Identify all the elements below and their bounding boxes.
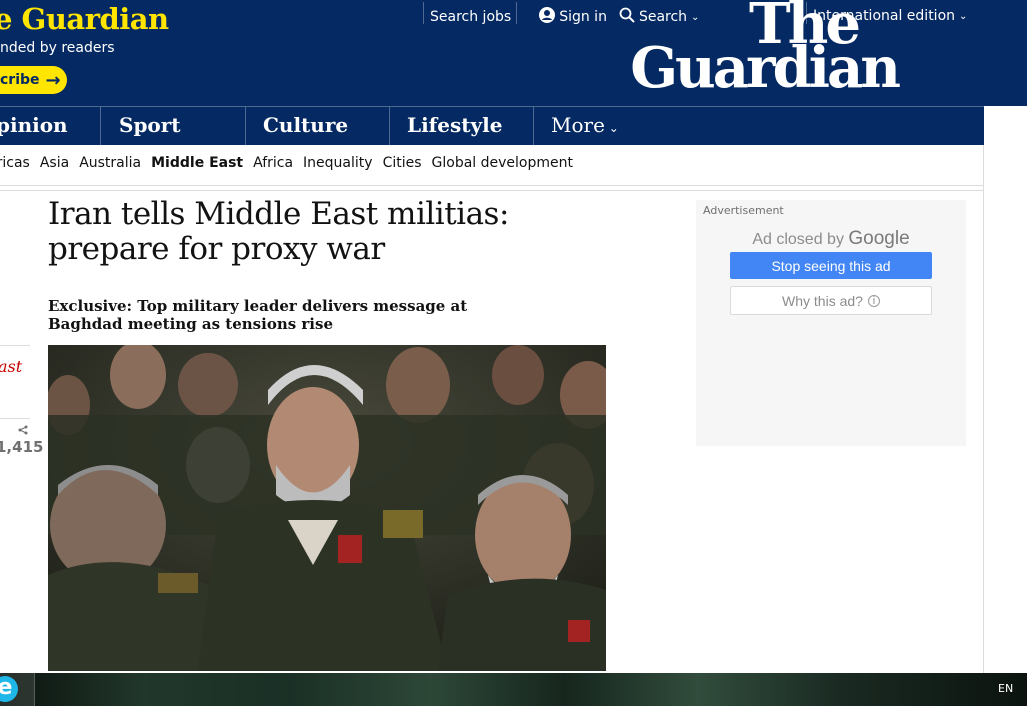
share-icon[interactable] xyxy=(18,424,28,438)
subscribe-label: cribe xyxy=(0,72,40,88)
subnav-item-global-development[interactable]: Global development xyxy=(432,155,573,171)
pillar-opinion[interactable]: pinion xyxy=(0,113,68,137)
os-taskbar: e EN xyxy=(0,673,1027,706)
divider xyxy=(983,145,984,675)
user-icon xyxy=(539,7,556,27)
pillar-lifestyle[interactable]: Lifestyle xyxy=(407,113,502,137)
ad-label: Advertisement xyxy=(703,204,784,217)
subnav-list: ericas Asia Australia Middle East Africa… xyxy=(0,155,573,171)
divider xyxy=(0,418,30,419)
logo-line-2: Guardian xyxy=(630,35,901,101)
google-logo: Google xyxy=(848,228,910,249)
subnav-item-africa[interactable]: Africa xyxy=(253,155,293,171)
site-header: e Guardian nded by readers cribe → Searc… xyxy=(0,0,984,106)
divider xyxy=(533,107,534,146)
pillar-nav: pinion Sport Culture Lifestyle More ⌄ xyxy=(0,106,984,146)
subnav-item-americas[interactable]: ericas xyxy=(0,155,30,171)
article-headline: Iran tells Middle East militias: prepare… xyxy=(48,196,509,267)
why-this-ad-label: Why this ad? xyxy=(782,292,863,309)
subnav-item-asia[interactable]: Asia xyxy=(40,155,69,171)
subnav-item-cities[interactable]: Cities xyxy=(383,155,422,171)
divider xyxy=(0,190,984,191)
language-indicator[interactable]: EN xyxy=(998,682,1013,695)
divider xyxy=(100,107,101,146)
pillar-more[interactable]: More ⌄ xyxy=(551,113,619,137)
ad-closed-text: Ad closed by xyxy=(752,231,844,248)
arrow-right-icon: → xyxy=(45,69,61,91)
tagline: nded by readers xyxy=(0,40,115,56)
divider xyxy=(245,107,246,146)
subscribe-button[interactable]: cribe → xyxy=(0,66,67,94)
brand-wordmark-small[interactable]: e Guardian xyxy=(0,2,169,36)
taskbar-overlay xyxy=(0,673,1027,706)
subnav-item-middle-east[interactable]: Middle East xyxy=(151,155,243,171)
section-label[interactable]: ast xyxy=(0,357,22,376)
browser-taskbar-button[interactable]: e xyxy=(0,673,35,706)
subnav-item-australia[interactable]: Australia xyxy=(79,155,141,171)
divider xyxy=(0,345,30,346)
pillar-sport[interactable]: Sport xyxy=(119,113,181,137)
more-label: More xyxy=(551,113,605,137)
ad-closed-notice: Ad closed by Google xyxy=(696,228,966,250)
article-main-image xyxy=(48,345,606,671)
header-extension xyxy=(984,0,1027,106)
sign-in-link[interactable]: Sign in xyxy=(533,7,613,27)
subnav-item-inequality[interactable]: Inequality xyxy=(303,155,373,171)
chevron-down-icon: ⌄ xyxy=(959,10,968,22)
internet-explorer-icon: e xyxy=(0,676,18,702)
share-count: 1,415 xyxy=(0,438,44,456)
article-standfirst: Exclusive: Top military leader delivers … xyxy=(48,297,468,333)
photo-illustration xyxy=(48,345,606,671)
pillar-culture[interactable]: Culture xyxy=(263,113,348,137)
info-icon: i xyxy=(867,294,880,307)
sign-in-label: Sign in xyxy=(559,9,607,25)
section-subnav: ericas Asia Australia Middle East Africa… xyxy=(0,145,984,186)
advertisement-slot: Advertisement Ad closed by Google Stop s… xyxy=(696,200,966,446)
why-this-ad-button[interactable]: Why this ad? i xyxy=(730,286,932,315)
chevron-down-icon: ⌄ xyxy=(604,121,619,135)
search-jobs-link[interactable]: Search jobs xyxy=(424,9,517,25)
guardian-logo[interactable]: The Guardian xyxy=(630,0,901,101)
stop-seeing-ad-button[interactable]: Stop seeing this ad xyxy=(730,252,932,279)
divider xyxy=(389,107,390,146)
search-jobs-label: Search jobs xyxy=(430,9,512,25)
